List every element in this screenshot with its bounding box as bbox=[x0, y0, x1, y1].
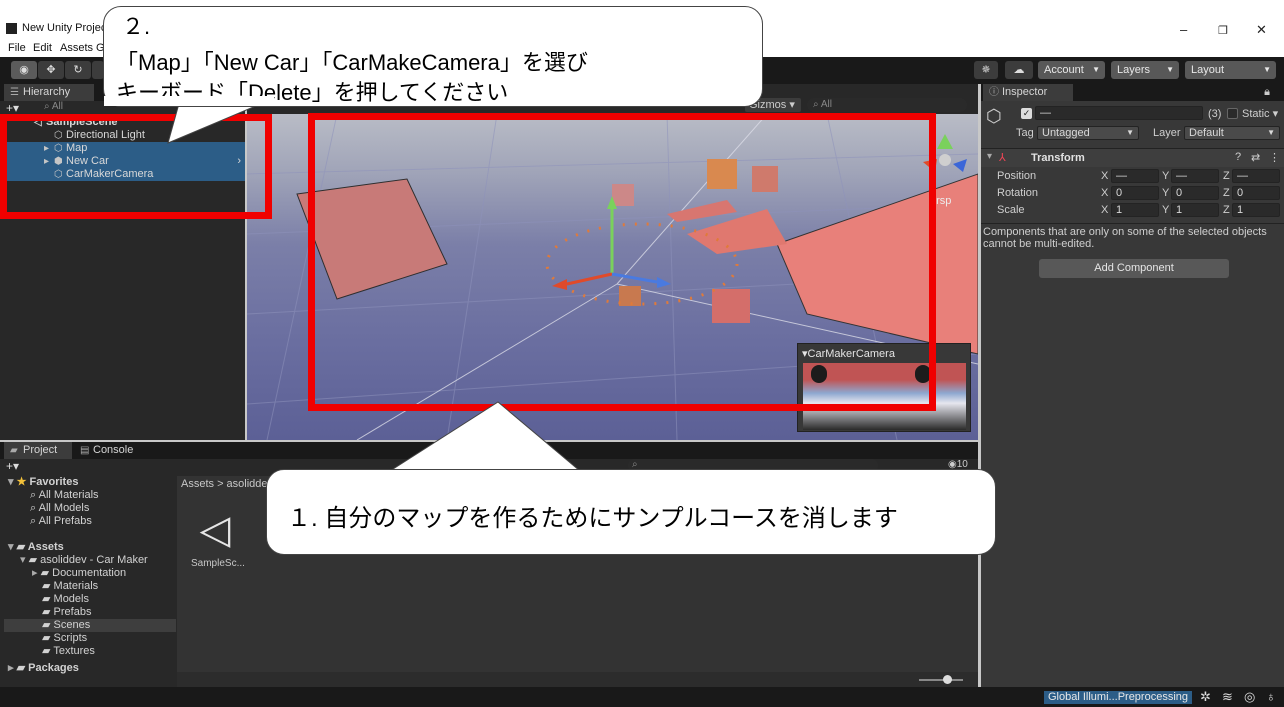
callout-step-1: １. 自分のマップを作るためにサンプルコースを消します bbox=[266, 469, 996, 555]
callout-step-2-line-1: 「Map」「New Car」「CarMakeCamera」を選び bbox=[116, 50, 588, 75]
callout-step-2: ２. 「Map」「New Car」「CarMakeCamera」を選び キーボー… bbox=[103, 6, 763, 107]
callout-2-tail-cover bbox=[104, 96, 274, 106]
callout-step-1-text: １. 自分のマップを作るためにサンプルコースを消します bbox=[287, 505, 898, 532]
callout-step-2-number: ２. bbox=[122, 14, 151, 39]
callout-1-tail bbox=[388, 401, 582, 472]
callout-1-tail-cover bbox=[392, 470, 578, 476]
